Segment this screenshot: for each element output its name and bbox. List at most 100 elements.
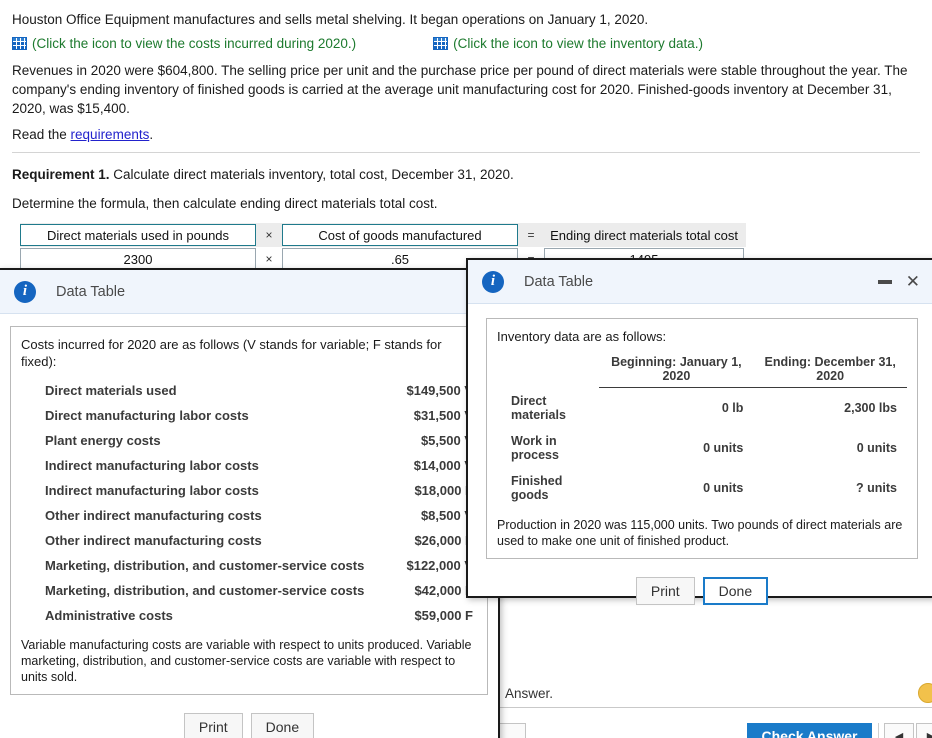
inventory-label: Direct materials: [511, 393, 566, 422]
formula-operator-2: =: [527, 228, 535, 242]
table-row: Plant energy costs $5,500 V: [21, 428, 477, 453]
formula-term1-cell: Direct materials used in pounds: [20, 223, 256, 247]
inventory-label: Work in process: [511, 433, 559, 462]
minimize-icon[interactable]: [877, 279, 892, 284]
divider: [12, 152, 920, 153]
inventory-ending: 2,300 lbs: [844, 400, 897, 415]
inventory-beginning: 0 units: [703, 440, 744, 455]
grid-table-icon: [433, 37, 449, 50]
table-row: Direct manufacturing labor costs $31,500 …: [21, 403, 477, 428]
table-row: Administrative costs $59,000 F: [21, 603, 477, 628]
inventory-label: Finished goods: [511, 473, 563, 502]
dialog-body: Costs incurred for 2020 are as follows (…: [0, 314, 498, 738]
done-button[interactable]: Done: [702, 576, 769, 605]
cost-label: Direct manufacturing labor costs: [45, 408, 249, 423]
info-icon: i: [482, 270, 504, 293]
inventory-table-body: Direct materials 0 lb 2,300 lbs Work in …: [497, 388, 907, 508]
table-row: Indirect manufacturing labor costs $14,00…: [21, 453, 477, 478]
inventory-ending: ? units: [856, 480, 897, 495]
formula-operator-1: ×: [265, 228, 273, 242]
column-header-beginning: Beginning: January 1, 2020: [599, 353, 754, 388]
cost-label: Other indirect manufacturing costs: [45, 508, 262, 523]
read-prefix: Read the: [12, 127, 71, 142]
next-question-button[interactable]: ▶: [916, 723, 932, 738]
dialog-titlebar[interactable]: i Data Table ✕: [468, 260, 932, 304]
cost-label: Marketing, distribution, and customer-se…: [45, 583, 365, 598]
close-icon[interactable]: ✕: [906, 273, 920, 290]
read-requirements-line: Read the requirements.: [12, 127, 920, 142]
inventory-data-link[interactable]: (Click the icon to view the inventory da…: [433, 36, 703, 51]
data-table-dialog-inventory[interactable]: i Data Table ✕ Inventory data are as fol…: [466, 258, 932, 605]
costs-note: Variable manufacturing costs are variabl…: [21, 638, 472, 684]
cost-label: Marketing, distribution, and customer-se…: [45, 558, 365, 573]
cost-label: Direct materials used: [45, 383, 177, 398]
previous-question-button[interactable]: ◀: [884, 723, 914, 738]
grid-table-icon: [12, 37, 27, 50]
requirement-label: Requirement 1.: [12, 167, 110, 182]
coin-icon: [918, 683, 932, 703]
inventory-lead-text: Inventory data are as follows:: [497, 329, 667, 344]
formula-header-row: Direct materials used in pounds × Cost o…: [20, 223, 746, 247]
cost-label: Indirect manufacturing labor costs: [45, 483, 259, 498]
cost-label: Other indirect manufacturing costs: [45, 533, 262, 548]
cost-label: Indirect manufacturing labor costs: [45, 458, 259, 473]
inventory-ending: 0 units: [856, 440, 897, 455]
table-row: Indirect manufacturing labor costs $18,00…: [21, 478, 477, 503]
costs-data-link[interactable]: (Click the icon to view the costs incurr…: [12, 36, 356, 51]
column-header-ending: Ending: December 31, 2020: [753, 353, 907, 388]
formula-term2-select[interactable]: Cost of goods manufactured: [282, 224, 518, 246]
cost-label: Administrative costs: [45, 608, 173, 623]
inventory-beginning: 0 units: [703, 480, 744, 495]
inventory-table-head: Beginning: January 1, 2020 Ending: Decem…: [497, 353, 907, 388]
table-row: Other indirect manufacturing costs $8,500…: [21, 503, 477, 528]
requirements-link[interactable]: requirements: [71, 127, 150, 142]
inventory-table: Beginning: January 1, 2020 Ending: Decem…: [497, 353, 907, 508]
answer-text-fragment: Answer.: [505, 686, 554, 701]
inventory-data-link-label: (Click the icon to view the inventory da…: [453, 36, 704, 51]
table-row: Other indirect manufacturing costs $26,00…: [21, 528, 477, 553]
costs-panel: Costs incurred for 2020 are as follows (…: [10, 326, 488, 695]
info-icon: i: [14, 280, 36, 303]
dialog-titlebar[interactable]: i Data Table: [0, 270, 498, 314]
dialog-controls: ✕: [877, 273, 924, 290]
dialog-footer: Print Done: [486, 559, 918, 619]
cost-value: $59,000 F: [414, 608, 473, 623]
costs-data-link-label: (Click the icon to view the costs incurr…: [32, 36, 357, 51]
table-row: Marketing, distribution, and customer-se…: [21, 578, 477, 603]
page-left-control[interactable]: [498, 723, 526, 738]
cost-label: Plant energy costs: [45, 433, 161, 448]
table-row: Marketing, distribution, and customer-se…: [21, 553, 477, 578]
formula-result-label: Ending direct materials total cost: [550, 227, 738, 243]
check-answer-button[interactable]: Check Answer: [747, 723, 872, 738]
formula-term2-cell: Cost of goods manufactured: [282, 223, 518, 247]
inventory-note: Production in 2020 was 115,000 units. Tw…: [497, 517, 903, 548]
screen: Houston Office Equipment manufactures an…: [0, 0, 932, 738]
table-row: Finished goods 0 units ? units: [497, 468, 907, 508]
nav-separator: [878, 723, 879, 738]
question-intro: Houston Office Equipment manufactures an…: [12, 12, 649, 27]
determine-formula-text: Determine the formula, then calculate en…: [12, 196, 438, 211]
question-paragraph: Revenues in 2020 were $604,800. The sell…: [12, 63, 908, 116]
read-suffix: .: [149, 127, 154, 142]
data-table-dialog-costs[interactable]: i Data Table Costs incurred for 2020 are…: [0, 268, 500, 738]
costs-table: Direct materials used $149,500 V Direct m…: [21, 378, 477, 628]
print-button[interactable]: Print: [183, 713, 243, 738]
table-header-row: Beginning: January 1, 2020 Ending: Decem…: [497, 353, 907, 388]
column-header-blank: [497, 353, 599, 388]
costs-lead-text: Costs incurred for 2020 are as follows (…: [21, 337, 442, 369]
table-row: Work in process 0 units 0 units: [497, 428, 907, 468]
requirement-text: Calculate direct materials inventory, to…: [109, 167, 514, 182]
inventory-panel: Inventory data are as follows: Beginning…: [486, 318, 918, 559]
dialog-title: Data Table: [524, 273, 594, 290]
formula-value1-input[interactable]: 2300: [20, 248, 256, 270]
answer-divider: [500, 707, 932, 708]
dialog-title: Data Table: [56, 283, 126, 300]
costs-table-body: Direct materials used $149,500 V Direct m…: [21, 378, 477, 628]
done-button[interactable]: Done: [250, 713, 315, 738]
requirement-heading: Requirement 1. Calculate direct material…: [12, 167, 920, 182]
inventory-beginning: 0 lb: [721, 400, 744, 415]
print-button[interactable]: Print: [635, 576, 695, 605]
table-row: Direct materials 0 lb 2,300 lbs: [497, 388, 907, 428]
icon-links-row: (Click the icon to view the costs incurr…: [12, 36, 920, 51]
formula-term1-select[interactable]: Direct materials used in pounds: [20, 224, 256, 246]
